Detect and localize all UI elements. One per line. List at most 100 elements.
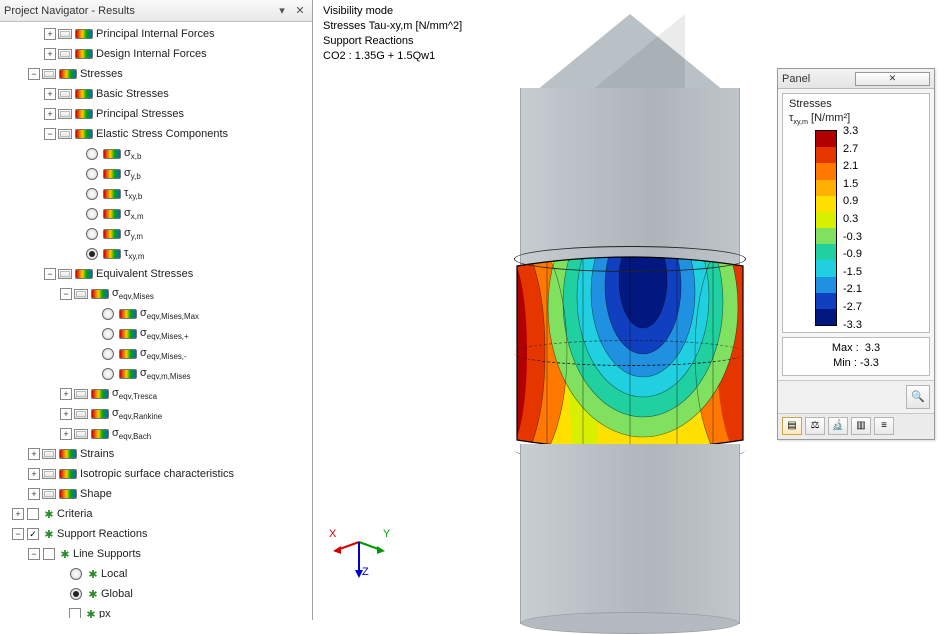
radio-checked[interactable] — [70, 588, 82, 600]
tree-item-tau-xyb[interactable]: τxy,b — [2, 184, 312, 204]
tree-item-sigma-ym[interactable]: σy,m — [2, 224, 312, 244]
navigator-header: Project Navigator - Results ▾ ✕ — [0, 0, 312, 22]
tree-item-tau-xym[interactable]: τxy,m — [2, 244, 312, 264]
legend-value: 1.5 — [843, 176, 862, 192]
tree-item-eqv-mises-max[interactable]: σeqv,Mises,Max — [2, 304, 312, 324]
radio-checked[interactable] — [86, 248, 98, 260]
color-icon — [91, 409, 109, 419]
line-support-icon: ✱ — [57, 548, 73, 561]
tree-label: σeqv,Tresca — [112, 387, 157, 401]
tree-item-criteria[interactable]: +✱Criteria — [2, 504, 312, 524]
expand-icon[interactable]: + — [44, 88, 56, 100]
checkbox[interactable] — [69, 608, 81, 618]
zoom-fit-icon[interactable]: 🔍 — [906, 385, 930, 409]
tree-item-sigma-xb[interactable]: σx,b — [2, 144, 312, 164]
legend-value: -0.3 — [843, 229, 862, 245]
tree-item-global[interactable]: ✱Global — [2, 584, 312, 604]
radio[interactable] — [86, 208, 98, 220]
legend-minmax: Max : 3.3 Min : -3.3 — [782, 337, 930, 376]
color-panel: Panel ✕ Stresses τxy,m [N/mm²] 3.3 2.7 2… — [777, 68, 935, 440]
tree-item-line-supports[interactable]: −✱Line Supports — [2, 544, 312, 564]
tree-item-support-reactions[interactable]: −✓✱Support Reactions — [2, 524, 312, 544]
checkbox[interactable] — [27, 508, 39, 520]
radio[interactable] — [102, 348, 114, 360]
collapse-icon[interactable]: − — [44, 268, 56, 280]
expand-icon[interactable]: + — [60, 408, 72, 420]
tree-item-stresses[interactable]: −Stresses — [2, 64, 312, 84]
panel-close-icon[interactable]: ✕ — [855, 72, 930, 86]
tree-item-px[interactable]: ✱px — [2, 604, 312, 618]
overlay-line: Visibility mode — [323, 4, 462, 19]
panel-header[interactable]: Panel ✕ — [778, 69, 934, 89]
expand-icon[interactable]: + — [60, 428, 72, 440]
color-icon — [103, 169, 121, 179]
radio[interactable] — [102, 328, 114, 340]
expand-icon[interactable]: + — [60, 388, 72, 400]
tree-item-eqv-mises[interactable]: − σeqv,Mises — [2, 284, 312, 304]
checkbox[interactable] — [43, 548, 55, 560]
legend-value: 2.1 — [843, 158, 862, 174]
sheet-icon — [42, 69, 56, 79]
tree-item-sigma-yb[interactable]: σy,b — [2, 164, 312, 184]
tree-item-shape[interactable]: +Shape — [2, 484, 312, 504]
expand-icon[interactable]: + — [44, 28, 56, 40]
tree-item-eqv-bach[interactable]: +σeqv,Bach — [2, 424, 312, 444]
tree-item-equivalent-stresses[interactable]: − Equivalent Stresses — [2, 264, 312, 284]
tree-item-elastic-stress-components[interactable]: −Elastic Stress Components — [2, 124, 312, 144]
tree-item-basic-stresses[interactable]: +Basic Stresses — [2, 84, 312, 104]
radio[interactable] — [86, 168, 98, 180]
radio[interactable] — [86, 148, 98, 160]
close-icon[interactable]: ✕ — [292, 3, 308, 19]
radio[interactable] — [102, 308, 114, 320]
radio[interactable] — [86, 188, 98, 200]
axis-label-y: Y — [383, 528, 390, 540]
tab-color-scale-icon[interactable]: ▤ — [782, 417, 802, 435]
tree-item-eqv-tresca[interactable]: + σeqv,Tresca — [2, 384, 312, 404]
expand-icon[interactable]: + — [28, 468, 40, 480]
legend-value: -1.5 — [843, 264, 862, 280]
collapse-icon[interactable]: − — [12, 528, 24, 540]
expand-icon[interactable]: + — [44, 48, 56, 60]
tree-label: Global — [101, 588, 133, 600]
collapse-icon[interactable]: − — [28, 548, 40, 560]
expand-icon[interactable]: + — [12, 508, 24, 520]
tree-item-eqv-mises-plus[interactable]: σeqv,Mises,+ — [2, 324, 312, 344]
tree-item-eqv-mises-minus[interactable]: σeqv,Mises,- — [2, 344, 312, 364]
tree-label: Equivalent Stresses — [96, 268, 193, 280]
radio[interactable] — [70, 568, 82, 580]
tab-microscope-icon[interactable]: 🔬 — [828, 417, 848, 435]
tree-item-strains[interactable]: +Strains — [2, 444, 312, 464]
collapse-icon[interactable]: − — [28, 68, 40, 80]
tree-item-principal-stresses[interactable]: +Principal Stresses — [2, 104, 312, 124]
tree-label: σeqv,Mises — [112, 287, 154, 301]
tree-label: σx,m — [124, 207, 144, 221]
expand-icon[interactable]: + — [28, 488, 40, 500]
checkbox-checked[interactable]: ✓ — [27, 528, 39, 540]
tree-item-sigma-xm[interactable]: σx,m — [2, 204, 312, 224]
tree-label: Support Reactions — [57, 528, 148, 540]
tab-filter-icon[interactable]: ▥ — [851, 417, 871, 435]
tree-item-eqv-rankine[interactable]: +σeqv,Rankine — [2, 404, 312, 424]
local-icon: ✱ — [85, 568, 101, 581]
tree-item-eqv-m-mises[interactable]: σeqv,m,Mises — [2, 364, 312, 384]
color-icon — [91, 389, 109, 399]
expand-icon[interactable]: + — [44, 108, 56, 120]
tab-balance-icon[interactable]: ⚖ — [805, 417, 825, 435]
tree-item-local[interactable]: ✱Local — [2, 564, 312, 584]
expand-icon[interactable]: + — [28, 448, 40, 460]
panel-toolbar: 🔍 — [778, 380, 934, 413]
pin-icon[interactable]: ▾ — [274, 3, 290, 19]
color-icon — [91, 429, 109, 439]
radio[interactable] — [86, 228, 98, 240]
tree-item-isotropic[interactable]: +Isotropic surface characteristics — [2, 464, 312, 484]
results-tree[interactable]: +Principal Internal Forces +Design Inter… — [0, 22, 312, 620]
tab-list-icon[interactable]: ≡ — [874, 417, 894, 435]
tree-label: τxy,b — [124, 187, 142, 201]
tree-item-design-internal-forces[interactable]: +Design Internal Forces — [2, 44, 312, 64]
radio[interactable] — [102, 368, 114, 380]
legend-colorbar — [815, 130, 837, 326]
collapse-icon[interactable]: − — [44, 128, 56, 140]
collapse-icon[interactable]: − — [60, 288, 72, 300]
axis-label-x: X — [329, 528, 336, 540]
tree-item-principal-internal-forces[interactable]: +Principal Internal Forces — [2, 24, 312, 44]
